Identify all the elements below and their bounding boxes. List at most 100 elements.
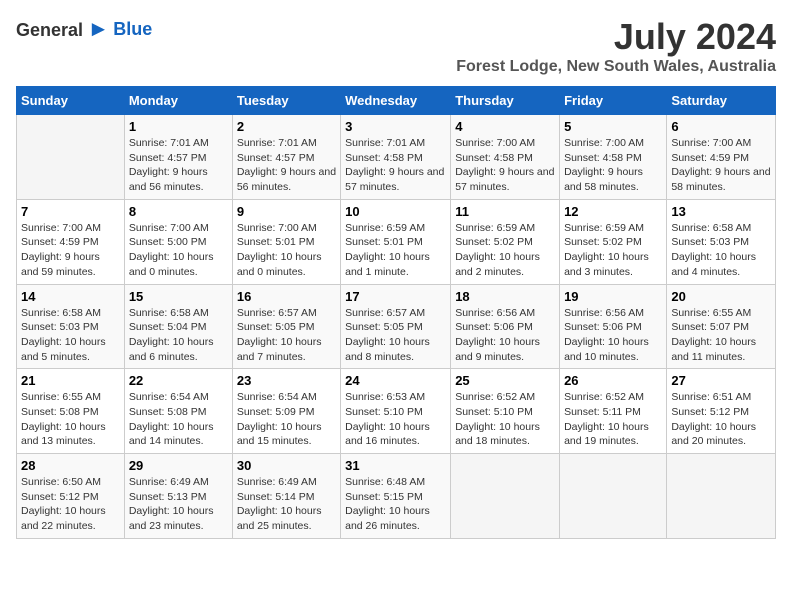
calendar-cell: 17Sunrise: 6:57 AMSunset: 5:05 PMDayligh… (341, 284, 451, 369)
days-of-week-header: SundayMondayTuesdayWednesdayThursdayFrid… (17, 87, 776, 115)
day-number: 7 (21, 204, 120, 219)
calendar-cell: 26 Sunrise: 6:52 AMSunset: 5:11 PMDayligh… (560, 369, 667, 454)
day-info: Sunrise: 7:01 AMSunset: 4:57 PMDaylight:… (129, 136, 228, 195)
calendar-cell: 4 Sunrise: 7:00 AMSunset: 4:58 PMDaylight… (451, 115, 560, 200)
day-number: 28 (21, 458, 120, 473)
calendar-cell: 22 Sunrise: 6:54 AMSunset: 5:08 PMDayligh… (124, 369, 232, 454)
title-section: July 2024 Forest Lodge, New South Wales,… (456, 16, 776, 76)
day-info: Sunrise: 6:52 AMSunset: 5:10 PMDaylight:… (455, 390, 555, 449)
day-number: 6 (671, 119, 771, 134)
calendar-cell (560, 454, 667, 539)
day-info: Sunrise: 6:54 AMSunset: 5:08 PMDaylight:… (129, 390, 228, 449)
calendar-table: SundayMondayTuesdayWednesdayThursdayFrid… (16, 86, 776, 539)
calendar-cell (451, 454, 560, 539)
calendar-week-row: 14Sunrise: 6:58 AMSunset: 5:03 PMDayligh… (17, 284, 776, 369)
location-title: Forest Lodge, New South Wales, Australia (456, 58, 776, 76)
calendar-cell: 24Sunrise: 6:53 AMSunset: 5:10 PMDayligh… (341, 369, 451, 454)
day-number: 2 (237, 119, 336, 134)
day-number: 16 (237, 289, 336, 304)
calendar-cell: 1 Sunrise: 7:01 AMSunset: 4:57 PMDaylight… (124, 115, 232, 200)
calendar-week-row: 28Sunrise: 6:50 AMSunset: 5:12 PMDayligh… (17, 454, 776, 539)
calendar-cell: 23 Sunrise: 6:54 AMSunset: 5:09 PMDayligh… (232, 369, 340, 454)
day-info: Sunrise: 6:49 AMSunset: 5:14 PMDaylight:… (237, 475, 336, 534)
calendar-cell: 19 Sunrise: 6:56 AMSunset: 5:06 PMDayligh… (560, 284, 667, 369)
day-number: 31 (345, 458, 446, 473)
calendar-cell: 16Sunrise: 6:57 AMSunset: 5:05 PMDayligh… (232, 284, 340, 369)
day-info: Sunrise: 7:01 AMSunset: 4:57 PMDaylight:… (237, 136, 336, 195)
day-number: 23 (237, 373, 336, 388)
day-number: 11 (455, 204, 555, 219)
day-number: 12 (564, 204, 662, 219)
calendar-cell: 2 Sunrise: 7:01 AMSunset: 4:57 PMDaylight… (232, 115, 340, 200)
day-info: Sunrise: 7:00 AMSunset: 4:58 PMDaylight:… (455, 136, 555, 195)
calendar-week-row: 1 Sunrise: 7:01 AMSunset: 4:57 PMDaylight… (17, 115, 776, 200)
day-number: 10 (345, 204, 446, 219)
day-number: 8 (129, 204, 228, 219)
day-of-week-header: Monday (124, 87, 232, 115)
day-number: 29 (129, 458, 228, 473)
day-of-week-header: Saturday (667, 87, 776, 115)
calendar-cell (667, 454, 776, 539)
day-number: 20 (671, 289, 771, 304)
calendar-week-row: 21Sunrise: 6:55 AMSunset: 5:08 PMDayligh… (17, 369, 776, 454)
day-number: 26 (564, 373, 662, 388)
day-info: Sunrise: 7:00 AMSunset: 5:00 PMDaylight:… (129, 221, 228, 280)
day-number: 9 (237, 204, 336, 219)
calendar-cell: 14Sunrise: 6:58 AMSunset: 5:03 PMDayligh… (17, 284, 125, 369)
day-of-week-header: Friday (560, 87, 667, 115)
day-of-week-header: Tuesday (232, 87, 340, 115)
day-number: 5 (564, 119, 662, 134)
day-info: Sunrise: 6:59 AMSunset: 5:02 PMDaylight:… (564, 221, 662, 280)
day-of-week-header: Wednesday (341, 87, 451, 115)
day-number: 22 (129, 373, 228, 388)
calendar-cell (17, 115, 125, 200)
calendar-cell: 21Sunrise: 6:55 AMSunset: 5:08 PMDayligh… (17, 369, 125, 454)
day-info: Sunrise: 6:51 AMSunset: 5:12 PMDaylight:… (671, 390, 771, 449)
day-number: 18 (455, 289, 555, 304)
day-info: Sunrise: 6:49 AMSunset: 5:13 PMDaylight:… (129, 475, 228, 534)
calendar-cell: 8 Sunrise: 7:00 AMSunset: 5:00 PMDaylight… (124, 199, 232, 284)
calendar-cell: 3 Sunrise: 7:01 AMSunset: 4:58 PMDaylight… (341, 115, 451, 200)
calendar-cell: 25 Sunrise: 6:52 AMSunset: 5:10 PMDayligh… (451, 369, 560, 454)
day-info: Sunrise: 6:52 AMSunset: 5:11 PMDaylight:… (564, 390, 662, 449)
day-info: Sunrise: 6:55 AMSunset: 5:07 PMDaylight:… (671, 306, 771, 365)
calendar-cell: 20 Sunrise: 6:55 AMSunset: 5:07 PMDayligh… (667, 284, 776, 369)
day-number: 27 (671, 373, 771, 388)
day-info: Sunrise: 6:55 AMSunset: 5:08 PMDaylight:… (21, 390, 120, 449)
calendar-cell: 31 Sunrise: 6:48 AMSunset: 5:15 PMDayligh… (341, 454, 451, 539)
calendar-cell: 15 Sunrise: 6:58 AMSunset: 5:04 PMDayligh… (124, 284, 232, 369)
day-info: Sunrise: 6:59 AMSunset: 5:02 PMDaylight:… (455, 221, 555, 280)
calendar-cell: 13Sunrise: 6:58 AMSunset: 5:03 PMDayligh… (667, 199, 776, 284)
day-info: Sunrise: 6:56 AMSunset: 5:06 PMDaylight:… (564, 306, 662, 365)
day-info: Sunrise: 7:00 AMSunset: 5:01 PMDaylight:… (237, 221, 336, 280)
day-info: Sunrise: 6:59 AMSunset: 5:01 PMDaylight:… (345, 221, 446, 280)
calendar-cell: 28Sunrise: 6:50 AMSunset: 5:12 PMDayligh… (17, 454, 125, 539)
day-number: 14 (21, 289, 120, 304)
day-number: 1 (129, 119, 228, 134)
calendar-cell: 29 Sunrise: 6:49 AMSunset: 5:13 PMDayligh… (124, 454, 232, 539)
day-info: Sunrise: 6:54 AMSunset: 5:09 PMDaylight:… (237, 390, 336, 449)
calendar-cell: 7Sunrise: 7:00 AMSunset: 4:59 PMDaylight… (17, 199, 125, 284)
calendar-cell: 30Sunrise: 6:49 AMSunset: 5:14 PMDayligh… (232, 454, 340, 539)
calendar-cell: 27 Sunrise: 6:51 AMSunset: 5:12 PMDayligh… (667, 369, 776, 454)
day-of-week-header: Thursday (451, 87, 560, 115)
day-number: 15 (129, 289, 228, 304)
day-info: Sunrise: 7:01 AMSunset: 4:58 PMDaylight:… (345, 136, 446, 195)
logo-text-blue: Blue (113, 19, 152, 39)
logo-text-general: General (16, 20, 83, 40)
day-number: 25 (455, 373, 555, 388)
calendar-cell: 10 Sunrise: 6:59 AMSunset: 5:01 PMDayligh… (341, 199, 451, 284)
day-number: 17 (345, 289, 446, 304)
day-number: 4 (455, 119, 555, 134)
day-info: Sunrise: 6:58 AMSunset: 5:04 PMDaylight:… (129, 306, 228, 365)
month-title: July 2024 (456, 16, 776, 58)
logo-bird-icon: ► (88, 16, 110, 41)
calendar-cell: 9 Sunrise: 7:00 AMSunset: 5:01 PMDaylight… (232, 199, 340, 284)
day-info: Sunrise: 6:48 AMSunset: 5:15 PMDaylight:… (345, 475, 446, 534)
header: General ► Blue July 2024 Forest Lodge, N… (16, 16, 776, 76)
day-info: Sunrise: 6:58 AMSunset: 5:03 PMDaylight:… (671, 221, 771, 280)
day-info: Sunrise: 6:56 AMSunset: 5:06 PMDaylight:… (455, 306, 555, 365)
day-number: 3 (345, 119, 446, 134)
calendar-week-row: 7Sunrise: 7:00 AMSunset: 4:59 PMDaylight… (17, 199, 776, 284)
day-number: 19 (564, 289, 662, 304)
